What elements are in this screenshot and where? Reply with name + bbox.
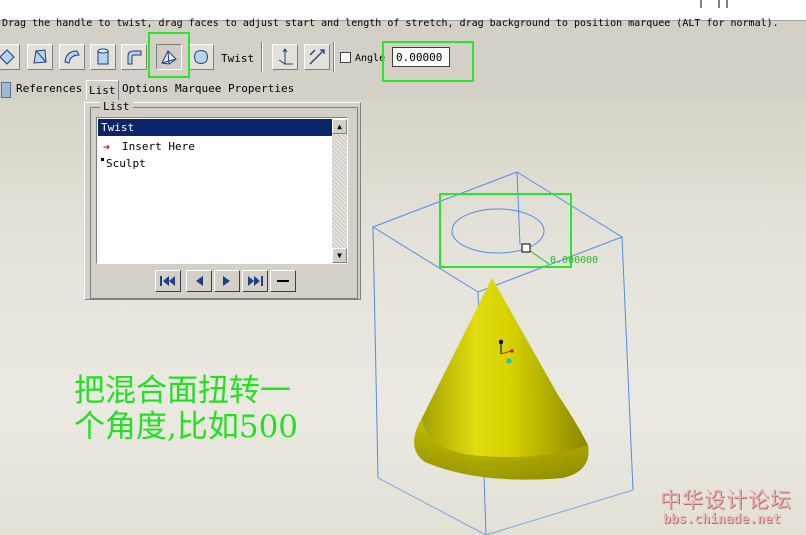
insert-arrow-icon: ➔ <box>103 140 111 154</box>
list-group-title: List <box>100 100 133 113</box>
square-bullet-icon <box>101 158 104 161</box>
remove-button[interactable] <box>270 270 296 292</box>
last-button[interactable] <box>242 270 268 292</box>
list-selected-row[interactable]: Twist <box>98 119 332 136</box>
dimension-readout: 0.000000 <box>550 255 599 266</box>
annotation-text: 把混合面扭转一 个角度,比如500 <box>74 373 298 445</box>
remove-icon <box>277 280 289 282</box>
list-scrollbar[interactable] <box>332 119 347 263</box>
next-icon <box>223 276 230 286</box>
list-item[interactable]: Sculpt <box>106 157 146 170</box>
first-button[interactable] <box>155 270 181 292</box>
annotation-line: 把混合面扭转一 <box>74 373 291 409</box>
last-icon <box>248 276 263 286</box>
twist-handle <box>521 243 531 253</box>
watermark-url: bbs.chinade.net <box>663 512 781 527</box>
prev-icon <box>196 276 203 286</box>
watermark-title: 中华设计论坛 <box>660 488 792 512</box>
first-icon <box>160 276 175 286</box>
prev-button[interactable] <box>186 270 212 292</box>
annotation-line: 个角度,比如500 <box>74 409 299 445</box>
next-button[interactable] <box>214 270 240 292</box>
scroll-up-icon[interactable]: ▲ <box>332 119 347 134</box>
list-item[interactable]: Insert Here <box>122 140 195 153</box>
scroll-down-icon[interactable]: ▼ <box>332 248 347 263</box>
